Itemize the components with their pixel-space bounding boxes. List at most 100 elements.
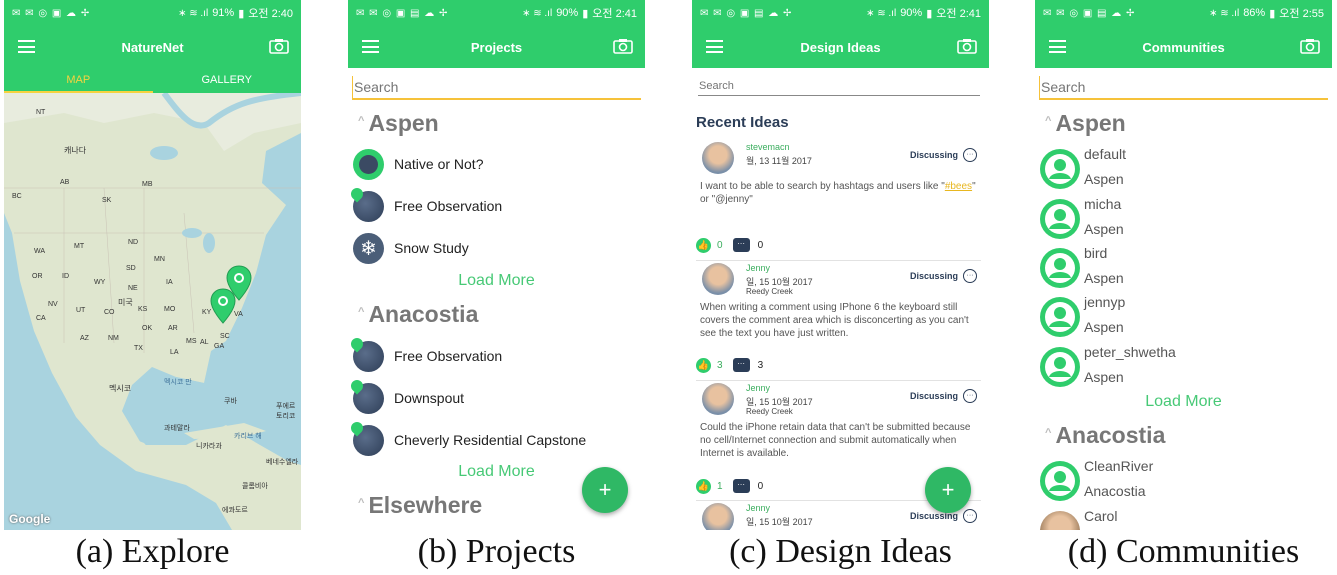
map-label: GA <box>214 343 225 350</box>
project-name: Downspout <box>394 390 465 406</box>
like-icon[interactable]: 👍 <box>696 478 711 494</box>
member-community: Aspen <box>1084 369 1124 385</box>
search-input[interactable] <box>1039 76 1328 100</box>
idea-card[interactable]: stevemacn 월, 13 11월 2017 Discussing ··· … <box>696 142 985 234</box>
comment-icon[interactable]: ··· <box>732 238 750 252</box>
map-label: ID <box>62 273 69 280</box>
project-name: Free Observation <box>394 348 503 364</box>
map-label: 쿠바 <box>224 398 237 405</box>
section-header-elsewhere[interactable]: ^ Elsewhere <box>358 492 482 519</box>
search-input[interactable] <box>698 76 980 96</box>
avatar <box>702 383 734 415</box>
map-label: WY <box>94 279 106 286</box>
user-avatar-icon <box>1040 347 1080 387</box>
signal-icons: ∗ ≋ .ıl <box>178 7 209 19</box>
member-item[interactable]: jennyp Aspen <box>1040 294 1325 338</box>
like-icon[interactable]: 👍 <box>696 357 711 373</box>
idea-body: Could the iPhone retain data that can't … <box>700 422 971 459</box>
idea-author[interactable]: Jenny <box>746 503 770 513</box>
section-header-anacostia[interactable]: ^ Anacostia <box>358 301 478 328</box>
camera-icon[interactable] <box>269 38 289 54</box>
map-marker-icon[interactable] <box>210 288 236 324</box>
add-button[interactable]: + <box>582 467 628 513</box>
map-label: 카리브 해 <box>234 433 262 440</box>
comment-icon[interactable]: ··· <box>732 358 750 372</box>
user-avatar-icon <box>1040 199 1080 239</box>
map-view[interactable]: NT 캐나다 AB SK MB BC WA MT ND MN OR ID SD … <box>4 93 301 530</box>
map-label: LA <box>170 349 179 356</box>
idea-card[interactable]: Jenny 일, 15 10월 2017 Reedy Creek Discuss… <box>696 263 985 355</box>
explore-screen: ✉ ✉ ◎ ▣ ☁ ✢ ∗ ≋ .ıl 91% ▮ 오전 2:40 Nature… <box>4 0 301 530</box>
add-idea-button[interactable]: + <box>925 467 971 513</box>
map-label: UT <box>76 307 86 314</box>
member-community: Aspen <box>1084 270 1124 286</box>
tab-gallery[interactable]: GALLERY <box>153 68 302 93</box>
member-name: peter_shwetha <box>1084 344 1176 360</box>
idea-author[interactable]: Jenny <box>746 383 770 393</box>
map-label: AL <box>200 339 209 346</box>
project-name: Native or Not? <box>394 156 484 172</box>
camera-icon[interactable] <box>957 38 977 54</box>
load-more-button[interactable]: Load More <box>348 272 645 290</box>
hashtag-link[interactable]: #bees <box>945 181 972 192</box>
section-header-aspen[interactable]: ^ Aspen <box>358 110 439 137</box>
idea-author[interactable]: stevemacn <box>746 142 790 152</box>
app-bar: Communities <box>1035 26 1332 68</box>
project-item[interactable]: ❄ Snow Study <box>353 231 640 265</box>
member-item[interactable]: bird Aspen <box>1040 245 1325 289</box>
camera-icon[interactable] <box>1300 38 1320 54</box>
member-community: Aspen <box>1084 319 1124 335</box>
section-title: Anacostia <box>1055 422 1166 448</box>
clock: 오전 2:55 <box>1279 8 1324 20</box>
like-icon[interactable]: 👍 <box>696 237 711 253</box>
battery-level: 86% <box>1243 7 1266 19</box>
project-item[interactable]: Free Observation <box>353 339 640 373</box>
project-item[interactable]: Native or Not? <box>353 147 640 181</box>
member-item[interactable]: Carol <box>1040 508 1325 530</box>
map-label: OK <box>142 325 153 332</box>
caption-projects: (b) Projects <box>417 533 576 570</box>
member-community: Anacostia <box>1084 483 1146 499</box>
avatar <box>702 503 734 530</box>
project-item[interactable]: Downspout <box>353 381 640 415</box>
camera-icon[interactable] <box>613 38 633 54</box>
project-icon <box>353 148 384 180</box>
section-title: Aspen <box>1055 110 1126 136</box>
map-label: NV <box>48 301 58 308</box>
notification-icons: ✉ ✉ ◎ ▣ ▤ ☁ ✢ <box>356 7 449 19</box>
user-avatar-icon <box>1040 461 1080 501</box>
status-badge: Discussing <box>909 150 958 160</box>
map-label: MN <box>154 256 165 263</box>
status-bar: ✉ ✉ ◎ ▣ ▤ ☁ ✢ ∗ ≋ .ıl 90% ▮ 오전 2:41 <box>692 0 989 26</box>
idea-card[interactable]: Jenny 일, 15 10월 2017 Reedy Creek Discuss… <box>696 383 985 475</box>
idea-author[interactable]: Jenny <box>746 263 770 273</box>
hamburger-menu-icon[interactable] <box>1049 40 1066 53</box>
section-title: Anacostia <box>368 301 479 327</box>
projects-screen: ✉ ✉ ◎ ▣ ▤ ☁ ✢ ∗ ≋ .ıl 90% ▮ 오전 2:41 Proj… <box>348 0 645 530</box>
hamburger-menu-icon[interactable] <box>706 40 723 53</box>
project-item[interactable]: Free Observation <box>353 189 640 223</box>
idea-body: I want to be able to search by hashtags … <box>700 180 980 206</box>
member-name: bird <box>1084 245 1108 261</box>
member-item[interactable]: default Aspen <box>1040 146 1325 190</box>
notification-icons: ✉ ✉ ◎ ▣ ▤ ☁ ✢ <box>700 7 793 19</box>
member-item[interactable]: micha Aspen <box>1040 196 1325 240</box>
section-header-anacostia[interactable]: ^ Anacostia <box>1045 422 1165 449</box>
hamburger-menu-icon[interactable] <box>18 40 35 53</box>
app-title: NatureNet <box>121 39 184 55</box>
communities-screen: ✉ ✉ ◎ ▣ ▤ ☁ ✢ ∗ ≋ .ıl 86% ▮ 오전 2:55 Comm… <box>1035 0 1332 530</box>
section-header-aspen[interactable]: ^ Aspen <box>1045 110 1126 137</box>
member-item[interactable]: peter_shwetha Aspen <box>1040 344 1325 388</box>
hamburger-menu-icon[interactable] <box>362 40 379 53</box>
project-name: Free Observation <box>394 198 503 214</box>
tab-map[interactable]: MAP <box>4 68 153 93</box>
load-more-button[interactable]: Load More <box>1035 393 1332 411</box>
clock: 오전 2:41 <box>592 8 637 20</box>
section-title: Elsewhere <box>368 492 483 518</box>
search-input[interactable] <box>352 76 641 100</box>
section-title: Aspen <box>368 110 439 136</box>
project-item[interactable]: Cheverly Residential Capstone <box>353 423 640 457</box>
member-item[interactable]: CleanRiver Anacostia <box>1040 458 1325 502</box>
comment-icon[interactable]: ··· <box>732 479 750 493</box>
map-label: WA <box>34 248 46 255</box>
